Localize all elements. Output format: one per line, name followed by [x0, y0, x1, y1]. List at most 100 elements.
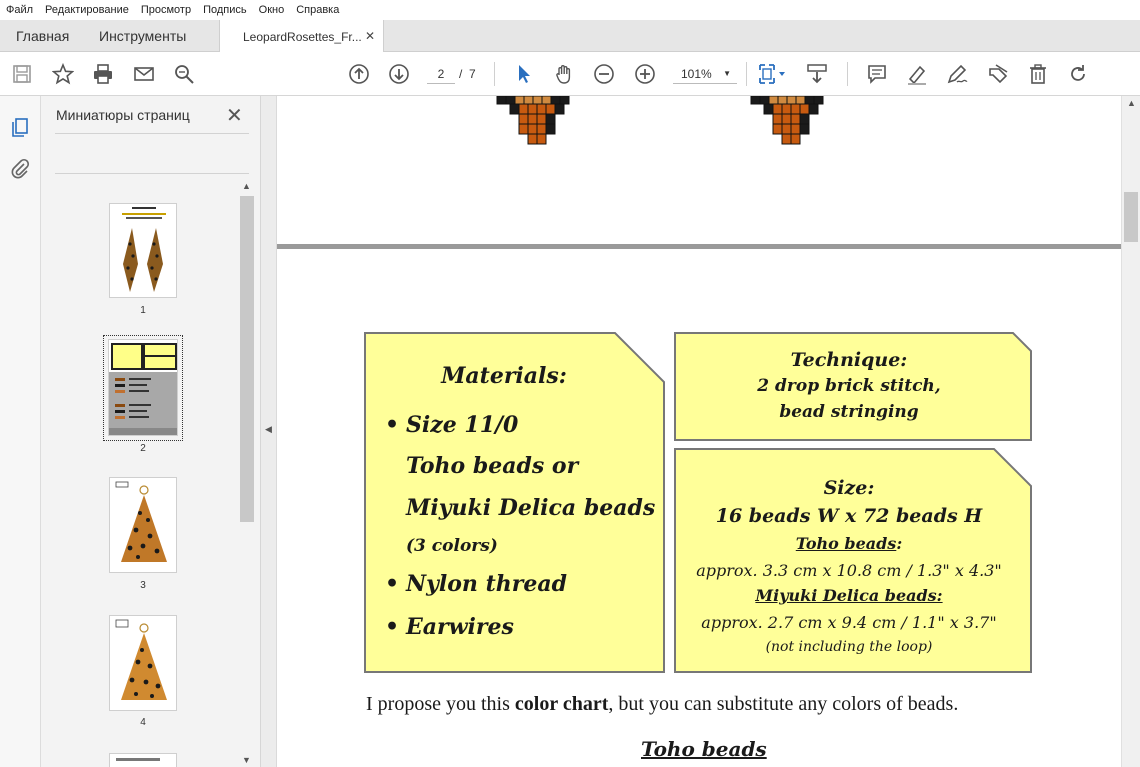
menu-sign[interactable]: Подпись — [197, 4, 253, 16]
page-break — [277, 244, 1121, 249]
zoom-out-icon[interactable] — [593, 63, 615, 85]
page-number-input[interactable]: 2 — [427, 64, 455, 84]
panel-splitter[interactable]: ◀ — [261, 96, 277, 767]
panel-divider — [55, 133, 249, 134]
delete-icon[interactable] — [1027, 63, 1049, 85]
size-dimensions: 16 beads W x 72 beads H — [715, 505, 983, 527]
page-thumbnail-5[interactable] — [109, 753, 177, 767]
bead — [808, 103, 819, 115]
menu-bar: Файл Редактирование Просмотр Подпись Окн… — [0, 0, 1140, 20]
bead — [496, 96, 507, 105]
scroll-up-icon[interactable]: ▲ — [242, 181, 251, 191]
sign-icon[interactable] — [946, 63, 968, 85]
scroll-mode-icon[interactable] — [806, 63, 828, 85]
bead — [545, 123, 556, 135]
pdf-reader-window: Файл Редактирование Просмотр Подпись Окн… — [0, 0, 1140, 767]
bead — [781, 133, 792, 145]
tab-home[interactable]: Главная — [16, 20, 69, 52]
bead — [799, 103, 810, 115]
bead — [536, 133, 547, 145]
toho-beads-heading: Toho beads — [641, 737, 767, 761]
hand-icon[interactable] — [553, 63, 575, 85]
bead — [527, 103, 538, 115]
attachment-icon[interactable] — [9, 157, 31, 179]
bead — [772, 103, 783, 115]
tab-tools[interactable]: Инструменты — [99, 20, 186, 52]
menu-view[interactable]: Просмотр — [135, 4, 197, 16]
document-scrollbar[interactable]: ▲ — [1121, 96, 1140, 767]
highlight-icon[interactable] — [906, 63, 928, 85]
technique-line1: 2 drop brick stitch, — [757, 376, 941, 396]
comment-icon[interactable] — [866, 63, 888, 85]
materials-item2: Nylon thread — [406, 571, 567, 597]
bead — [505, 96, 516, 105]
zoom-value: 101% — [681, 67, 712, 81]
materials-box: Materials: • Size 11/0 Toho beads or Miy… — [364, 332, 666, 674]
menu-help[interactable]: Справка — [290, 4, 345, 16]
bead-pattern-graphic — [496, 96, 824, 145]
page-thumbnail-1[interactable] — [109, 203, 177, 298]
bead — [804, 96, 815, 105]
size-heading: Size: — [823, 477, 875, 499]
page-thumbnail-4[interactable] — [109, 615, 177, 711]
zoom-in-icon[interactable] — [634, 63, 656, 85]
select-cursor-icon[interactable] — [513, 63, 535, 85]
bead — [554, 103, 565, 115]
page-thumbnails-icon[interactable] — [9, 116, 31, 138]
bead — [795, 96, 806, 105]
bead — [545, 113, 556, 125]
close-panel-icon[interactable]: ✕ — [226, 103, 243, 128]
tab-document[interactable]: LeopardRosettes_Fr... ✕ — [219, 20, 384, 53]
bead — [509, 103, 520, 115]
bead — [514, 96, 525, 105]
page-down-icon[interactable] — [388, 63, 410, 85]
star-icon[interactable] — [52, 63, 74, 85]
scroll-down-icon[interactable]: ▼ — [242, 755, 251, 765]
materials-item1-line1: Size 11/0 — [406, 412, 519, 438]
search-zoom-icon[interactable] — [173, 63, 195, 85]
thumbnails-scrollbar[interactable]: ▲ ▼ — [240, 180, 254, 767]
page-thumbnail-2[interactable] — [108, 339, 178, 436]
technique-box: Technique: 2 drop brick stitch, bead str… — [674, 332, 1033, 442]
page-up-icon[interactable] — [348, 63, 370, 85]
toolbar-divider — [746, 62, 747, 86]
page-separator: / — [459, 67, 463, 81]
body-text-bold: color chart — [514, 693, 609, 715]
size-toho-value: approx. 3.3 cm x 10.8 cm / 1.3" x 4.3" — [696, 561, 1002, 580]
size-box: Size: 16 beads W x 72 beads H Toho beads… — [674, 448, 1033, 674]
scrollbar-thumb[interactable] — [240, 196, 254, 522]
body-text-pre: I propose you this — [366, 693, 515, 715]
bullet-icon: • — [385, 412, 400, 438]
bead — [777, 96, 788, 105]
zoom-select[interactable]: 101% ▼ — [673, 64, 737, 84]
bead — [781, 103, 792, 115]
panel-divider — [55, 173, 249, 174]
bead — [799, 123, 810, 135]
toolbar-divider — [847, 62, 848, 86]
document-viewport[interactable]: Materials: • Size 11/0 Toho beads or Miy… — [277, 96, 1121, 767]
rotate-icon[interactable] — [1067, 63, 1089, 85]
fit-page-icon[interactable] — [757, 63, 787, 85]
materials-item1-line3: Miyuki Delica beads — [406, 495, 656, 521]
bead — [536, 123, 547, 135]
menu-edit[interactable]: Редактирование — [39, 4, 135, 16]
collapse-panel-icon[interactable]: ◀ — [265, 424, 272, 435]
bead — [550, 96, 561, 105]
bead — [768, 96, 779, 105]
bead — [790, 133, 801, 145]
print-icon[interactable] — [92, 63, 114, 85]
bead — [772, 113, 783, 125]
bead — [750, 96, 761, 105]
email-icon[interactable] — [133, 63, 155, 85]
save-icon[interactable] — [11, 63, 33, 85]
materials-item1-line2: Toho beads or — [406, 453, 579, 479]
body-text-post: , but you can substitute any colors of b… — [608, 693, 959, 715]
menu-file[interactable]: Файл — [0, 4, 39, 16]
scroll-up-icon[interactable]: ▲ — [1127, 98, 1136, 108]
scrollbar-thumb[interactable] — [1124, 192, 1138, 242]
page-thumbnail-3[interactable] — [109, 477, 177, 573]
menu-window[interactable]: Окно — [253, 4, 291, 16]
edit-stamp-icon[interactable] — [987, 63, 1009, 85]
close-tab-icon[interactable]: ✕ — [365, 29, 375, 43]
page-thumbnails-panel: Миниатюры страниц ✕ 1 2 3 4 ▲ ▼ — [41, 96, 261, 767]
